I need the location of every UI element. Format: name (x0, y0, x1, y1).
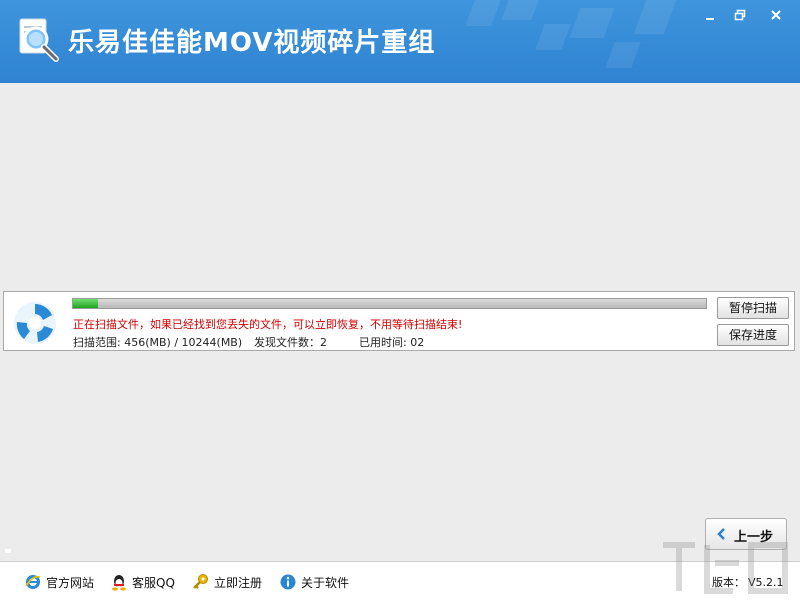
restore-icon (734, 9, 746, 21)
title-decoration (501, 0, 539, 20)
scan-range-value: 456(MB) / 10244(MB) (124, 336, 243, 349)
found-files-label: 发现文件数： (254, 336, 320, 349)
scan-progress-bar (72, 298, 707, 309)
scan-range: 扫描范围: 456(MB) / 10244(MB) (73, 334, 242, 350)
version-value: V5.2.1 (748, 576, 784, 589)
app-title: 乐易佳佳能MOV视频碎片重组 (68, 28, 436, 58)
restore-button[interactable] (726, 5, 754, 25)
back-button[interactable]: 上一步 (705, 518, 787, 550)
close-button[interactable] (762, 5, 790, 25)
scan-panel: 正在扫描文件，如果已经找到您丢失的文件，可以立即恢复，不用等待扫描结束! 扫描范… (3, 291, 795, 351)
save-progress-button[interactable]: 保存进度 (717, 324, 789, 346)
elapsed-time-label: 已用时间: (359, 336, 407, 349)
title-decoration (605, 42, 641, 68)
scan-spinner-icon (14, 302, 56, 344)
close-icon (771, 10, 781, 20)
ie-icon (25, 575, 41, 589)
back-button-label: 上一步 (734, 530, 774, 545)
app-logo-icon (19, 18, 59, 62)
scan-progress-fill (73, 299, 99, 308)
pause-scan-button[interactable]: 暂停扫描 (717, 297, 789, 319)
minimize-button[interactable] (696, 5, 724, 25)
chevron-left-icon (717, 528, 725, 540)
register-label: 立即注册 (214, 576, 263, 590)
title-decoration (465, 0, 501, 26)
title-bar: 乐易佳佳能MOV视频碎片重组 (0, 0, 800, 83)
key-icon (193, 574, 208, 589)
minimize-icon (706, 18, 714, 20)
version-info: 版本： V5.2.1 (709, 574, 784, 590)
found-files-value: 2 (320, 336, 327, 349)
info-icon (280, 574, 296, 590)
resize-marker (5, 549, 11, 553)
version-label: 版本： (712, 576, 745, 589)
elapsed-time: 已用时间: 02 (359, 334, 424, 350)
official-website-label: 官方网站 (46, 576, 95, 590)
title-decoration (633, 0, 677, 34)
found-files: 发现文件数：2 (254, 334, 327, 350)
scan-status-message: 正在扫描文件，如果已经找到您丢失的文件，可以立即恢复，不用等待扫描结束! (73, 318, 463, 331)
title-decoration (569, 8, 615, 38)
support-qq-label: 客服QQ (132, 576, 175, 590)
qq-icon (112, 575, 126, 591)
scan-range-label: 扫描范围: (73, 336, 121, 349)
footer-bar: 官方网站 客服QQ 立即注册 关于软件 版本： V5.2.1 (0, 561, 800, 601)
elapsed-time-value: 02 (410, 336, 425, 349)
about-software-label: 关于软件 (301, 576, 350, 590)
title-decoration (535, 24, 571, 50)
